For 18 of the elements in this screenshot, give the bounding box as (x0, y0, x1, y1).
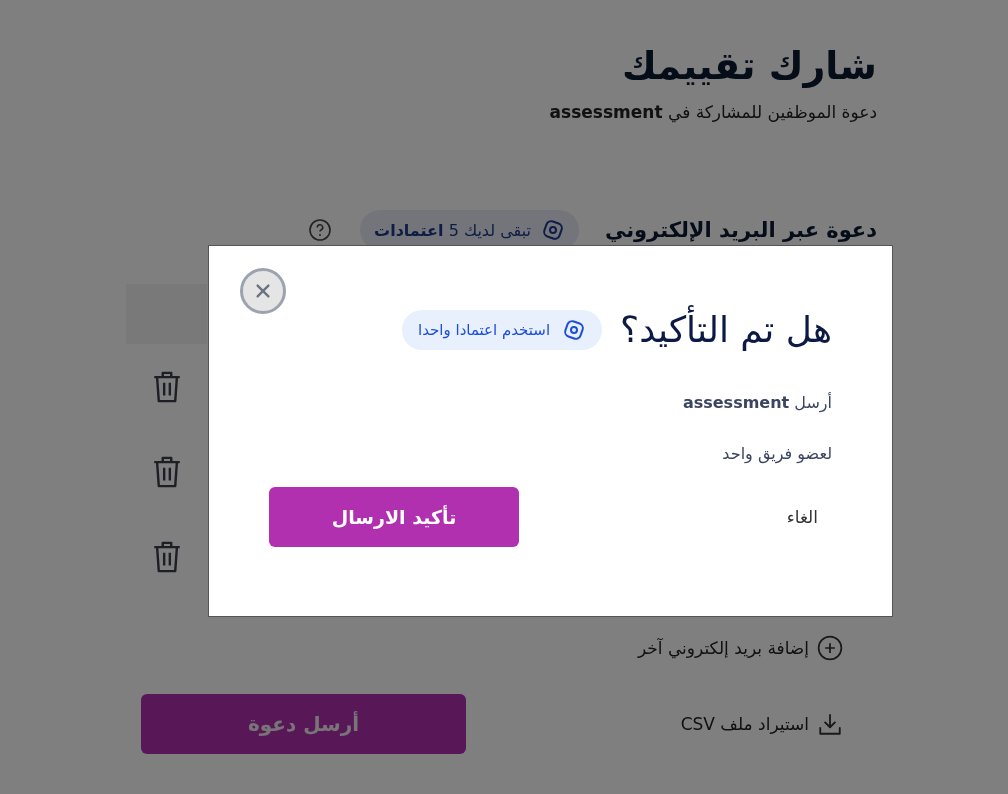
page-title: شارك تقييمك (620, 43, 877, 90)
section-heading: دعوة عبر البريد الإلكتروني (604, 218, 877, 242)
send-invite-button[interactable]: أرسل دعوة (141, 694, 466, 754)
dialog-title: هل تم التأكيد؟ (620, 304, 832, 356)
close-icon (254, 282, 272, 300)
plus-circle-icon (817, 635, 843, 661)
import-csv-link[interactable]: استيراد ملف CSV (680, 711, 843, 737)
cancel-button[interactable]: الغاء (786, 503, 818, 531)
credits-text: تبقى لديك 5 اعتمادات (374, 220, 531, 240)
add-email-link[interactable]: إضافة بريد إلكتروني آخر (637, 635, 843, 661)
credit-usage-text: استخدم اعتمادا واحدا (417, 321, 551, 339)
close-button[interactable] (240, 268, 286, 314)
download-icon (817, 711, 843, 737)
ticket-icon (562, 318, 587, 342)
confirm-send-button[interactable]: تأكيد الارسال (269, 487, 519, 547)
dialog-text: لعضو فريق واحد (721, 443, 832, 466)
ticket-icon (540, 218, 565, 242)
help-icon[interactable] (308, 218, 333, 242)
